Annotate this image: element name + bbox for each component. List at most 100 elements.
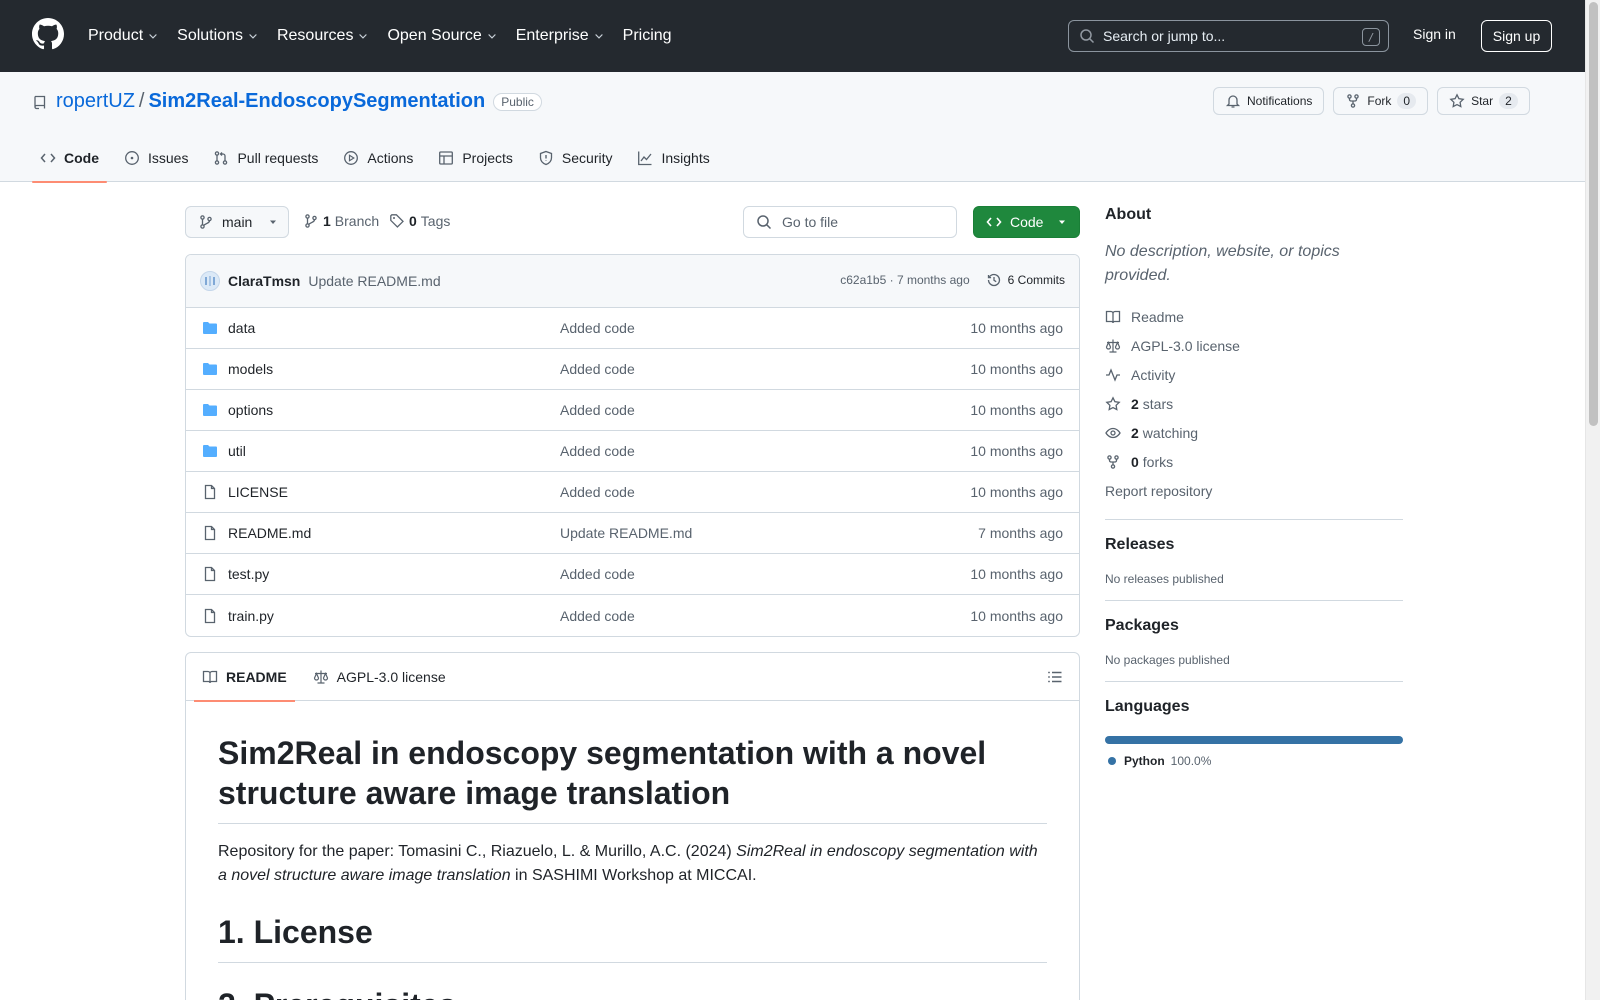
search-shortcut-key: / — [1362, 28, 1380, 46]
repo-header: ropertUZ / Sim2Real-EndoscopySegmentatio… — [0, 72, 1585, 183]
tab-issues[interactable]: Issues — [116, 134, 196, 182]
table-row[interactable]: data Added code 10 months ago — [186, 308, 1079, 349]
issue-icon — [125, 151, 139, 165]
nav-label: Pricing — [622, 27, 672, 44]
tab-code[interactable]: Code — [32, 134, 107, 183]
code-dropdown-button[interactable]: Code — [973, 206, 1080, 238]
file-name[interactable]: data — [228, 320, 255, 336]
file-commit-age: 10 months ago — [970, 607, 1063, 624]
language-item[interactable]: Python 100.0% — [1105, 754, 1403, 768]
branch-name: main — [222, 214, 253, 230]
star-icon — [1105, 395, 1121, 411]
code-icon — [986, 217, 1002, 227]
file-commit-message[interactable]: Added code — [560, 484, 635, 500]
file-commit-message[interactable]: Added code — [560, 361, 635, 377]
nav-open-source[interactable]: Open Source — [387, 27, 497, 45]
tab-label: Actions — [367, 150, 414, 166]
readme-link[interactable]: Readme — [1105, 302, 1403, 331]
table-row[interactable]: test.py Added code 10 months ago — [186, 554, 1079, 595]
file-icon — [204, 484, 216, 500]
file-name[interactable]: models — [228, 361, 273, 377]
nav-product[interactable]: Product — [88, 27, 159, 45]
go-to-file-input[interactable]: Go to file — [743, 206, 957, 238]
nav-resources[interactable]: Resources — [277, 27, 369, 45]
play-icon — [344, 151, 359, 165]
tab-projects[interactable]: Projects — [430, 134, 521, 182]
activity-link[interactable]: Activity — [1105, 360, 1403, 389]
file-name[interactable]: options — [228, 402, 273, 418]
branch-label: Branch — [334, 213, 380, 229]
file-commit-message[interactable]: Added code — [560, 402, 635, 418]
star-button[interactable]: Star 2 — [1437, 87, 1530, 115]
file-name[interactable]: LICENSE — [228, 484, 288, 500]
global-search-input[interactable]: Search or jump to... / — [1068, 20, 1389, 52]
law-icon — [313, 670, 328, 684]
tab-readme[interactable]: README — [194, 653, 295, 702]
tags-link[interactable]: 0 Tags — [389, 213, 450, 229]
table-row[interactable]: README.md Update README.md 7 months ago — [186, 513, 1079, 554]
license-link[interactable]: AGPL-3.0 license — [1105, 331, 1403, 360]
tab-actions[interactable]: Actions — [335, 134, 421, 182]
search-placeholder: Search or jump to... — [1103, 28, 1226, 44]
repo-owner-link[interactable]: ropertUZ — [56, 90, 135, 113]
commit-hash-time[interactable]: c62a1b5 · 7 months ago — [840, 273, 969, 287]
readme-tabs: README AGPL-3.0 license — [186, 653, 1079, 702]
file-commit-message[interactable]: Added code — [560, 566, 635, 582]
scrollbar-thumb[interactable] — [1589, 2, 1598, 426]
code-icon — [40, 153, 56, 163]
file-name[interactable]: util — [228, 443, 246, 459]
link-label: Activity — [1131, 366, 1176, 383]
branch-select-button[interactable]: main — [185, 206, 289, 238]
nav-solutions[interactable]: Solutions — [177, 27, 259, 45]
forks-link[interactable]: 0 forks — [1105, 447, 1403, 476]
avatar[interactable] — [200, 271, 220, 291]
stars-link[interactable]: 2 stars — [1105, 389, 1403, 418]
file-name[interactable]: train.py — [228, 608, 274, 624]
sign-in-link[interactable]: Sign in — [1413, 26, 1456, 42]
file-commit-age: 10 months ago — [970, 402, 1063, 418]
commits-link[interactable]: 6 Commits — [986, 272, 1065, 288]
file-name[interactable]: README.md — [228, 525, 311, 541]
report-repository-link[interactable]: Report repository — [1105, 476, 1403, 505]
nav-enterprise[interactable]: Enterprise — [516, 27, 605, 45]
notifications-button[interactable]: Notifications — [1213, 87, 1325, 115]
commit-author[interactable]: ClaraTmsn — [228, 273, 300, 289]
branches-link[interactable]: 1 Branch — [303, 213, 379, 229]
packages-heading[interactable]: Packages — [1105, 617, 1403, 635]
fork-icon — [1347, 94, 1360, 108]
list-outline-icon[interactable] — [1047, 669, 1063, 685]
license-tab-label: AGPL-3.0 license — [336, 668, 446, 685]
divider — [1105, 600, 1403, 601]
page-scrollbar[interactable] — [1585, 0, 1600, 1000]
paragraph-prefix: Repository for the paper: Tomasini C., R… — [218, 843, 737, 860]
file-commit-message[interactable]: Update README.md — [560, 525, 692, 541]
repo-name-link[interactable]: Sim2Real-EndoscopySegmentation — [148, 90, 485, 113]
file-commit-message[interactable]: Added code — [560, 443, 635, 459]
tab-security[interactable]: Security — [530, 134, 621, 182]
language-color-dot — [1108, 757, 1116, 765]
table-row[interactable]: options Added code 10 months ago — [186, 390, 1079, 431]
sign-up-button[interactable]: Sign up — [1481, 20, 1552, 52]
file-name[interactable]: test.py — [228, 566, 269, 582]
file-commit-age: 10 months ago — [970, 484, 1063, 500]
file-commit-message[interactable]: Added code — [560, 608, 635, 624]
repo-icon — [34, 95, 46, 109]
watching-link[interactable]: 2 watching — [1105, 418, 1403, 447]
table-row[interactable]: train.py Added code 10 months ago — [186, 595, 1079, 636]
tab-insights[interactable]: Insights — [629, 134, 717, 182]
branch-count: 1 — [323, 213, 331, 229]
releases-heading[interactable]: Releases — [1105, 536, 1403, 554]
repo-separator: / — [138, 90, 145, 112]
table-row[interactable]: LICENSE Added code 10 months ago — [186, 472, 1079, 513]
table-row[interactable]: models Added code 10 months ago — [186, 349, 1079, 390]
tab-license[interactable]: AGPL-3.0 license — [305, 653, 454, 701]
releases-empty: No releases published — [1105, 572, 1224, 586]
github-logo-icon[interactable] — [32, 18, 64, 50]
fork-button[interactable]: Fork 0 — [1333, 87, 1429, 115]
paragraph-suffix: in SASHIMI Workshop at MICCAI. — [510, 867, 757, 884]
file-commit-message[interactable]: Added code — [560, 320, 635, 336]
tab-pull-requests[interactable]: Pull requests — [205, 134, 326, 182]
table-row[interactable]: util Added code 10 months ago — [186, 431, 1079, 472]
commit-message[interactable]: Update README.md — [308, 273, 440, 289]
nav-pricing[interactable]: Pricing — [623, 27, 672, 45]
